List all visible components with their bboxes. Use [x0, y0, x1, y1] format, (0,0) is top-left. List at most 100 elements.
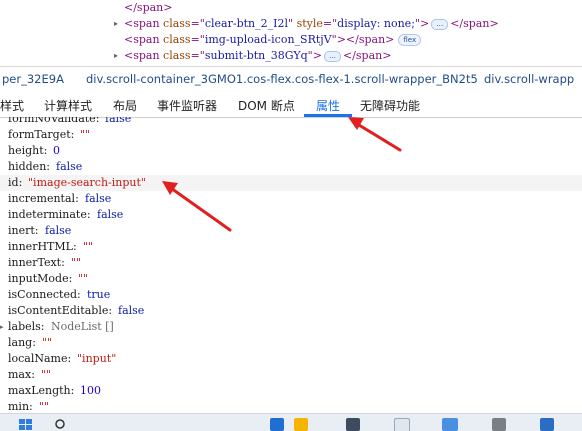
property-key: incremental:	[8, 192, 79, 205]
property-row[interactable]: isConnected: true	[0, 287, 582, 303]
folder-icon[interactable]	[346, 418, 360, 431]
app-icon-4[interactable]	[540, 418, 554, 431]
dom-token: </span>	[342, 49, 392, 62]
tab-dom-breakpoints[interactable]: DOM 断点	[238, 97, 295, 114]
property-value: 100	[80, 384, 101, 397]
tab-accessibility[interactable]: 无障碍功能	[360, 97, 420, 114]
property-key: id:	[8, 176, 23, 189]
property-key: formNoValidate:	[8, 117, 99, 127]
dom-token: class	[163, 49, 191, 62]
property-row[interactable]: max: ""	[0, 367, 582, 383]
property-colon: :	[108, 304, 113, 317]
app-icon-2[interactable]	[442, 418, 458, 431]
dom-node-code: <span class="clear-btn_2_I2l" style="dis…	[124, 16, 499, 32]
property-row[interactable]: hidden: false	[0, 159, 582, 175]
dom-token: "></span>	[331, 33, 395, 46]
flex-badge[interactable]: flex	[398, 34, 422, 46]
property-key: inputMode:	[8, 272, 73, 285]
property-row[interactable]: incremental: false	[0, 191, 582, 207]
property-row[interactable]: min: ""	[0, 399, 582, 413]
breadcrumb-item[interactable]: per_32E9A	[2, 72, 64, 86]
property-row[interactable]: id: "image-search-input"	[0, 175, 582, 191]
property-key: formTarget:	[8, 128, 75, 141]
windows-start-icon[interactable]	[18, 418, 34, 431]
property-value: ""	[41, 368, 52, 381]
property-value: true	[87, 288, 111, 301]
property-value: ""	[71, 256, 82, 269]
property-row[interactable]: innerHTML: ""	[0, 239, 582, 255]
tab-styles[interactable]: 样式	[0, 97, 24, 114]
widget-icon[interactable]	[270, 418, 284, 431]
property-colon: :	[31, 368, 35, 381]
tab-properties[interactable]: 属性	[316, 97, 340, 114]
app-icon[interactable]	[394, 418, 410, 431]
property-colon: :	[72, 240, 77, 253]
property-value: NodeList []	[51, 320, 114, 333]
sidebar-tabs: 样式 计算样式 布局 事件监听器 DOM 断点 属性 无障碍功能	[0, 91, 582, 118]
task-view-icon[interactable]	[294, 418, 308, 431]
breadcrumb-item[interactable]: div.scroll-wrapp	[484, 72, 574, 86]
dom-node-code: <span class="img-upload-icon_SRtjV"></sp…	[124, 32, 422, 48]
property-row[interactable]: formTarget: ""	[0, 127, 582, 143]
dom-token: <span	[124, 33, 164, 46]
property-colon: :	[67, 352, 72, 365]
property-value: ""	[78, 272, 89, 285]
tab-layout[interactable]: 布局	[113, 97, 137, 114]
property-colon: :	[68, 272, 73, 285]
tab-computed[interactable]: 计算样式	[44, 97, 92, 114]
property-value: "input"	[77, 352, 117, 365]
dom-node-code: <span class="submit-btn_38GYq">… </span>	[124, 48, 391, 64]
ellipsis-badge[interactable]: …	[431, 18, 449, 30]
property-row[interactable]: maxLength: 100	[0, 383, 582, 399]
property-row[interactable]: inputMode: ""	[0, 271, 582, 287]
dom-node-code: </span>	[124, 0, 172, 16]
dom-token: <span	[124, 17, 164, 30]
property-row[interactable]: height: 0	[0, 143, 582, 159]
property-colon: :	[32, 336, 36, 349]
property-key: height:	[8, 144, 48, 157]
ellipsis-badge[interactable]: …	[323, 50, 341, 62]
property-row[interactable]: lang: ""	[0, 335, 582, 351]
property-key: indeterminate:	[8, 208, 91, 221]
property-colon: :	[61, 256, 65, 269]
property-value: false	[56, 160, 83, 173]
property-row[interactable]: isContentEditable: false	[0, 303, 582, 319]
breadcrumb: per_32E9A div.scroll-container_3GMO1.cos…	[0, 66, 582, 92]
property-row[interactable]: innerText: ""	[0, 255, 582, 271]
property-row[interactable]: indeterminate: false	[0, 207, 582, 223]
expand-triangle-icon[interactable]: ▸	[0, 319, 4, 335]
property-value: ""	[80, 128, 91, 141]
property-key: labels:	[8, 320, 45, 333]
property-colon: :	[18, 176, 23, 189]
dom-token: "	[288, 17, 297, 30]
dom-token: ="	[190, 17, 205, 30]
expand-triangle-icon[interactable]: ▸	[114, 16, 118, 32]
dom-token: img-upload-icon_SRtjV	[204, 33, 332, 46]
dom-token: <span	[124, 49, 164, 62]
property-value: ""	[42, 336, 53, 349]
dom-token: ="	[322, 17, 338, 30]
property-row[interactable]: localName: "input"	[0, 351, 582, 367]
property-row[interactable]: ▸ labels: NodeList []	[0, 319, 582, 335]
search-icon[interactable]	[54, 418, 68, 431]
dom-token: </span>	[450, 17, 499, 30]
expand-triangle-icon[interactable]: ▸	[114, 48, 118, 64]
elements-dom-tree: </span> ▸ <span class="clear-btn_2_I2l" st…	[0, 0, 582, 66]
property-value: false	[85, 192, 112, 205]
dom-token: ">	[414, 17, 430, 30]
property-row[interactable]: inert: false	[0, 223, 582, 239]
property-row[interactable]: formNoValidate: false	[0, 117, 582, 127]
property-value: false	[45, 224, 72, 237]
dom-token: ">	[307, 49, 322, 62]
tab-event-listeners[interactable]: 事件监听器	[157, 97, 217, 114]
dom-token: </span>	[124, 1, 173, 14]
property-key: lang:	[8, 336, 36, 349]
property-colon: :	[43, 144, 48, 157]
dom-token: class	[163, 17, 191, 30]
breadcrumb-item[interactable]: div.scroll-container_3GMO1.cos-flex.cos-…	[86, 72, 478, 86]
app-icon-3[interactable]	[492, 418, 506, 431]
property-value: ""	[83, 240, 94, 253]
properties-list: formNoValidate: false formTarget: "" height:…	[0, 117, 582, 413]
property-key: isConnected:	[8, 288, 81, 301]
property-key: max:	[8, 368, 35, 381]
